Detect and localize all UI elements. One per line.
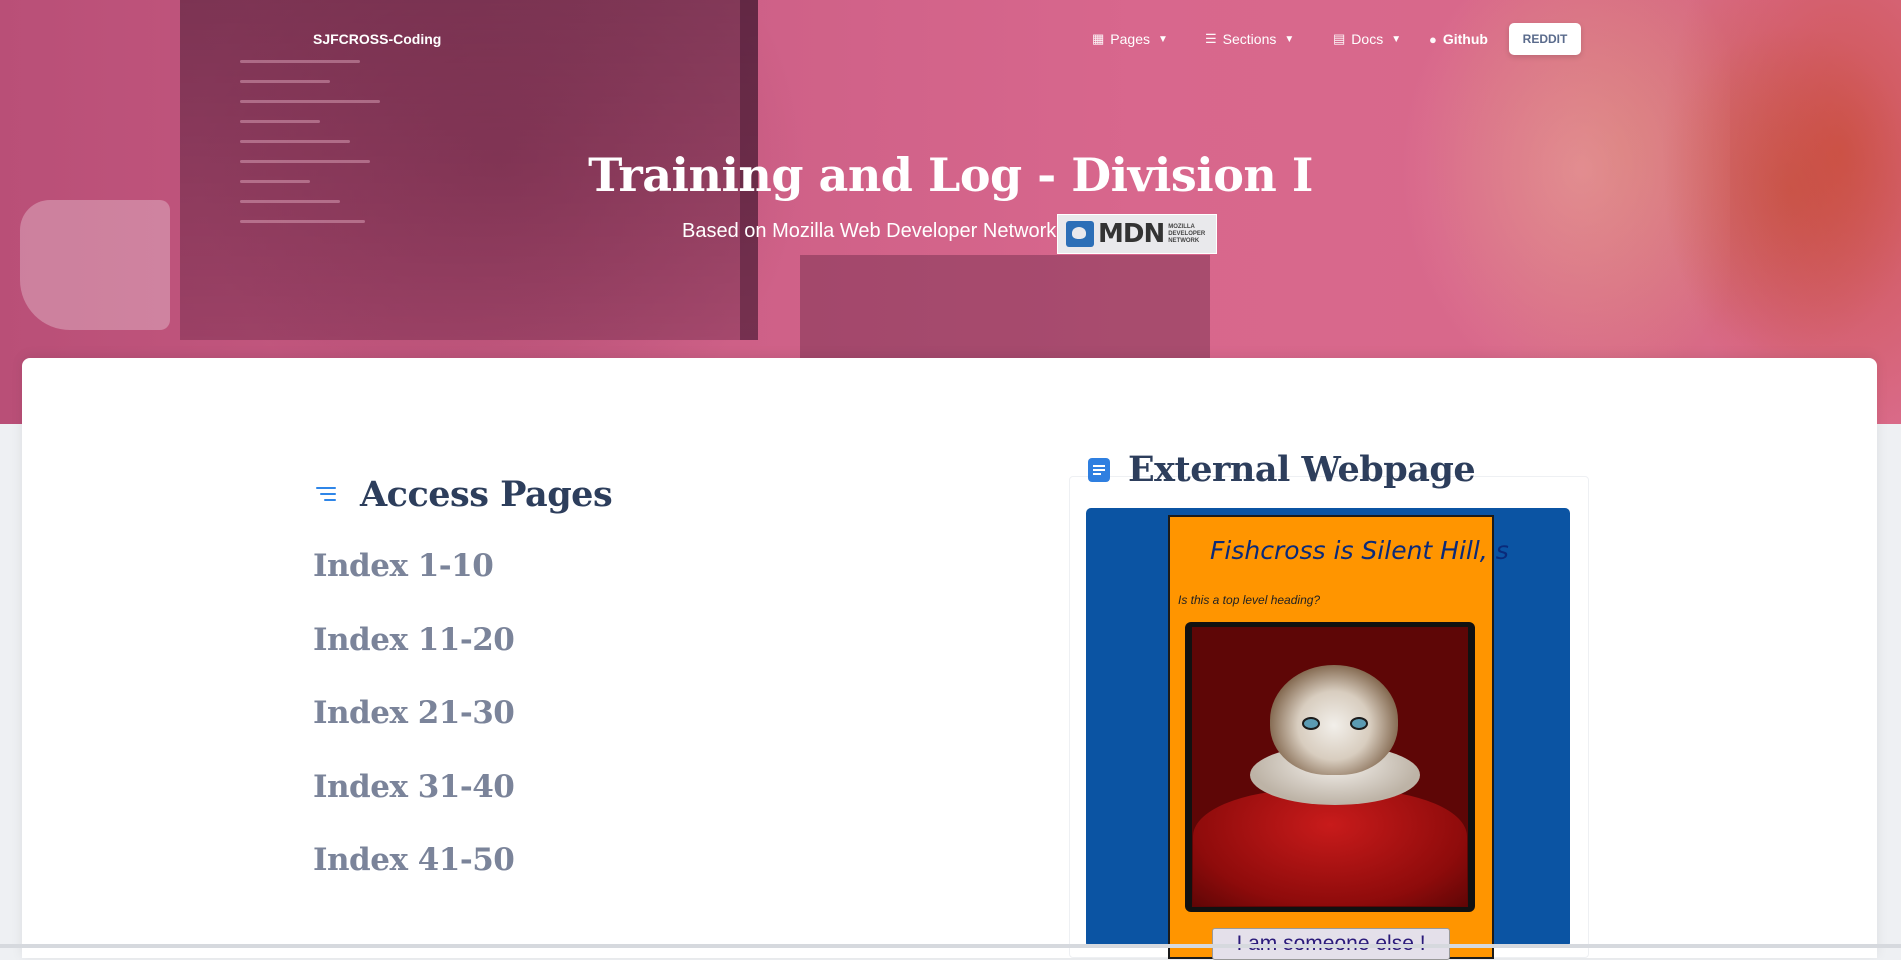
hero-title: Training and Log - Division I — [588, 148, 1313, 202]
embedded-page-heading: Fishcross is Silent Hill, s — [1210, 536, 1509, 565]
index-link[interactable]: Index 21-30 — [313, 695, 515, 731]
index-link[interactable]: Index 31-40 — [313, 769, 515, 805]
top-navbar: SJFCROSS-Coding ▦ Pages ▼ ☰ Sections ▼ ▤… — [0, 0, 1901, 80]
list-icon: ☰ — [1205, 31, 1217, 46]
brand-link[interactable]: SJFCROSS-Coding — [313, 31, 441, 47]
hero-subtitle: Based on Mozilla Web Developer Network — [682, 220, 1057, 242]
index-link[interactable]: Index 41-50 — [313, 842, 515, 878]
cat-eye — [1350, 717, 1368, 730]
access-pages-header: Access Pages — [316, 474, 613, 515]
github-icon: ● — [1429, 31, 1437, 47]
nav-docs[interactable]: ▤ Docs ▼ — [1333, 31, 1401, 47]
grid-icon: ▦ — [1092, 31, 1105, 46]
nav-pages-label: Pages — [1110, 31, 1150, 47]
background-screen — [800, 255, 1210, 375]
taskbar-edge — [0, 944, 1901, 948]
cat-face — [1270, 665, 1398, 775]
external-webpage-title: External Webpage — [1128, 449, 1476, 490]
mdn-dino-icon — [1066, 221, 1094, 247]
mdn-logo[interactable]: MDN MOZILLA DEVELOPER NETWORK — [1057, 214, 1217, 254]
access-pages-title: Access Pages — [360, 474, 613, 515]
book-icon: ▤ — [1333, 31, 1346, 46]
index-link[interactable]: Index 1-10 — [313, 548, 494, 584]
nav-github[interactable]: ● Github — [1429, 31, 1488, 47]
cat-cushion — [1193, 790, 1467, 906]
mdn-logo-caption: MOZILLA DEVELOPER NETWORK — [1168, 223, 1206, 244]
index-link[interactable]: Index 11-20 — [313, 622, 515, 658]
reddit-button[interactable]: REDDIT — [1509, 23, 1581, 55]
nav-docs-label: Docs — [1351, 31, 1384, 47]
main-card — [22, 358, 1877, 958]
nav-pages[interactable]: ▦ Pages ▼ — [1092, 31, 1168, 47]
external-webpage-header: External Webpage — [1088, 449, 1476, 490]
nav-sections-label: Sections — [1222, 31, 1277, 47]
nav-sections[interactable]: ☰ Sections ▼ — [1205, 31, 1294, 47]
list-icon — [316, 486, 338, 503]
chevron-down-icon: ▼ — [1158, 33, 1168, 45]
nav-github-label: Github — [1442, 31, 1488, 47]
chevron-down-icon: ▼ — [1391, 33, 1402, 45]
chevron-down-icon: ▼ — [1284, 33, 1295, 45]
cat-eye — [1302, 717, 1320, 730]
embedded-page-text: Is this a top level heading? — [1178, 593, 1321, 607]
background-camera — [20, 200, 170, 330]
mdn-logo-text: MDN — [1098, 219, 1165, 249]
document-icon — [1088, 457, 1110, 482]
